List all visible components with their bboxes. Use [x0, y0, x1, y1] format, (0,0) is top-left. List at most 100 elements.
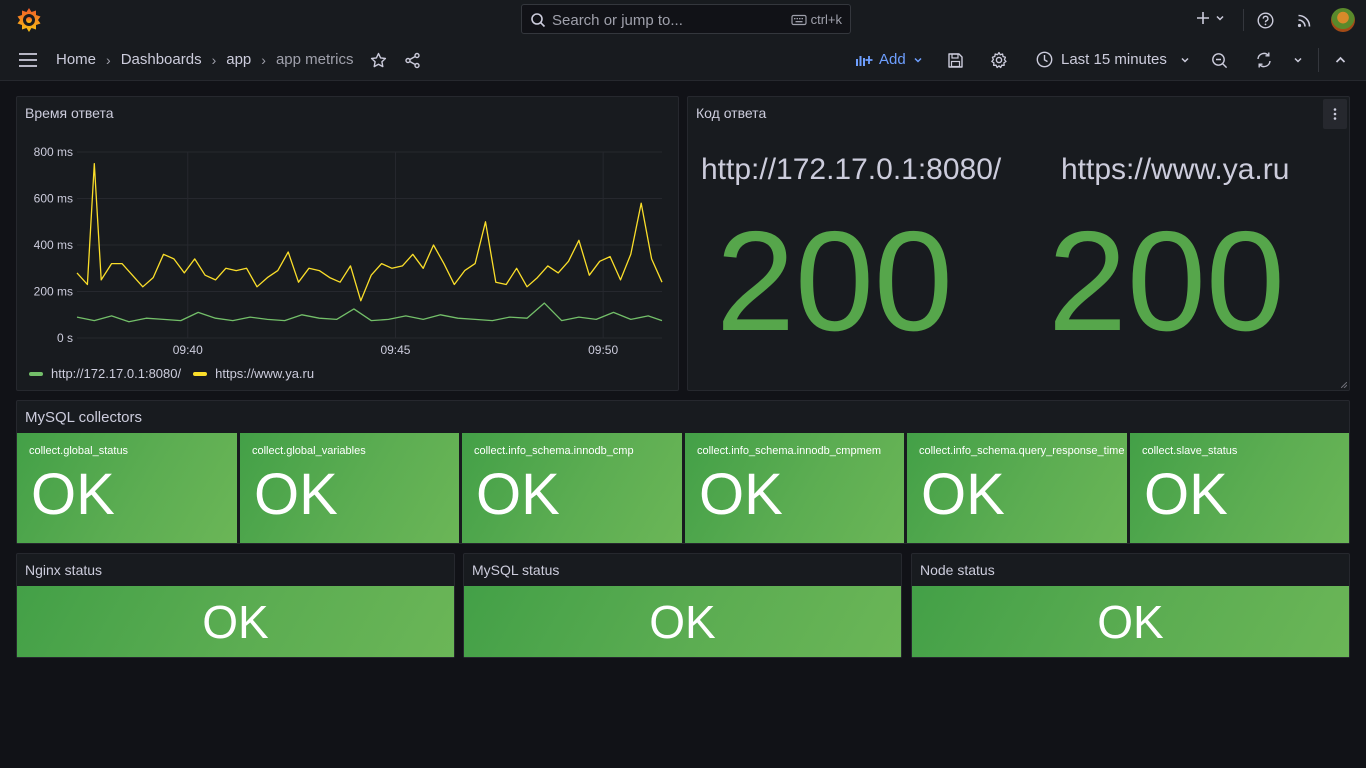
- status-value: OK: [649, 595, 716, 648]
- chart-legend: http://172.17.0.1:8080/ https://www.ya.r…: [29, 366, 326, 381]
- collector-value: OK: [921, 462, 1005, 527]
- search-icon: [531, 13, 546, 28]
- collector-stat[interactable]: collect.global_variables OK: [240, 433, 459, 543]
- chevron-down-icon: [1181, 57, 1189, 63]
- star-icon[interactable]: [370, 52, 387, 69]
- collector-name: collect.info_schema.innodb_cmp: [474, 445, 634, 457]
- add-button-label: Add: [879, 51, 906, 68]
- chevron-down-icon: [1216, 15, 1224, 21]
- x-tick-label: 09:50: [588, 343, 618, 357]
- panel-title: Nginx status: [25, 562, 103, 578]
- search-input[interactable]: [550, 9, 794, 31]
- y-tick-label: 200 ms: [34, 285, 73, 299]
- chevron-down-icon[interactable]: [1292, 54, 1304, 66]
- response-code-panel[interactable]: Код ответа http://172.17.0.1:8080/ https…: [687, 96, 1350, 391]
- collector-stat[interactable]: collect.info_schema.innodb_cmpmem OK: [685, 433, 904, 543]
- y-tick-label: 0 s: [57, 331, 73, 345]
- gear-icon[interactable]: [990, 51, 1008, 69]
- refresh-icon[interactable]: [1255, 51, 1273, 69]
- collector-value: OK: [1144, 462, 1228, 527]
- nginx-status-panel[interactable]: Nginx status OK: [16, 553, 455, 658]
- response-time-panel[interactable]: Время ответа 0 s 200 ms 400 ms 600 ms 800 ms…: [16, 96, 679, 391]
- avatar[interactable]: [1331, 8, 1355, 32]
- legend-item[interactable]: http://172.17.0.1:8080/: [29, 366, 181, 381]
- dashboard-nav-bar: Home › Dashboards › app › app metrics Ad…: [0, 40, 1366, 81]
- mysql-status-panel[interactable]: MySQL status OK: [463, 553, 902, 658]
- clock-icon: [1036, 51, 1053, 68]
- collector-name: collect.global_status: [29, 445, 129, 457]
- panel-title: MySQL collectors: [25, 409, 142, 426]
- divider: [1243, 9, 1244, 31]
- grafana-logo-icon[interactable]: [16, 7, 42, 33]
- more-vertical-icon: [1333, 108, 1337, 120]
- zoom-out-icon[interactable]: [1211, 52, 1228, 69]
- top-bar: ctrl+k: [0, 0, 1366, 41]
- rss-icon[interactable]: [1297, 13, 1312, 28]
- series-line: [76, 162, 663, 302]
- y-tick-label: 600 ms: [34, 192, 73, 206]
- collector-name: collect.global_variables: [252, 445, 366, 457]
- plus-icon: [1197, 12, 1209, 24]
- add-panel-icon: [856, 55, 873, 66]
- status-stat: OK: [464, 586, 901, 657]
- panel-menu-button[interactable]: [1323, 99, 1347, 129]
- add-button[interactable]: Add: [855, 51, 924, 68]
- time-range-label: Last 15 minutes: [1061, 51, 1167, 68]
- breadcrumb-separator: ›: [261, 51, 266, 68]
- breadcrumb-separator: ›: [106, 51, 111, 68]
- status-stat: OK: [912, 586, 1349, 657]
- node-status-panel[interactable]: Node status OK: [911, 553, 1350, 658]
- legend-label: http://172.17.0.1:8080/: [51, 366, 182, 381]
- legend-swatch: [29, 371, 43, 376]
- search-shortcut: ctrl+k: [790, 12, 842, 27]
- y-tick-label: 800 ms: [34, 145, 73, 159]
- chevron-up-icon[interactable]: [1334, 54, 1347, 66]
- status-value: OK: [202, 595, 269, 648]
- keyboard-icon: [790, 14, 807, 25]
- search-shortcut-label: ctrl+k: [810, 12, 842, 27]
- breadcrumb: Home › Dashboards › app › app metrics: [56, 51, 353, 68]
- y-tick-label: 400 ms: [34, 238, 73, 252]
- collector-value: OK: [254, 462, 338, 527]
- panel-title: Node status: [920, 562, 995, 578]
- breadcrumb-folder[interactable]: app: [226, 51, 251, 68]
- collector-stat[interactable]: collect.info_schema.innodb_cmp OK: [462, 433, 682, 543]
- collector-stat[interactable]: collect.info_schema.query_response_time …: [907, 433, 1127, 543]
- collector-stat[interactable]: collect.slave_status OK: [1130, 433, 1349, 543]
- chevron-down-icon: [914, 57, 922, 63]
- collector-name: collect.info_schema.innodb_cmpmem: [697, 445, 882, 457]
- share-icon[interactable]: [404, 52, 421, 69]
- panel-title: Время ответа: [25, 105, 114, 121]
- new-button[interactable]: [1196, 11, 1226, 25]
- collector-value: OK: [31, 462, 115, 527]
- save-icon[interactable]: [947, 52, 964, 69]
- breadcrumb-dashboards[interactable]: Dashboards: [121, 51, 202, 68]
- legend-item[interactable]: https://www.ya.ru: [193, 366, 314, 381]
- legend-label: https://www.ya.ru: [215, 366, 315, 381]
- resize-handle-icon[interactable]: [1341, 382, 1347, 388]
- stat-value: 200: [716, 202, 953, 361]
- help-icon[interactable]: [1257, 12, 1274, 29]
- series-line: [76, 302, 663, 323]
- time-range-picker[interactable]: Last 15 minutes: [1036, 51, 1191, 68]
- collector-value: OK: [476, 462, 560, 527]
- breadcrumb-current: app metrics: [275, 51, 354, 68]
- response-time-chart[interactable]: 0 s 200 ms 400 ms 600 ms 800 ms 09:40 09:45 09:…: [17, 125, 677, 390]
- divider: [1318, 48, 1319, 72]
- legend-swatch: [193, 371, 208, 376]
- stat-value: 200: [1048, 202, 1285, 361]
- menu-icon[interactable]: [18, 52, 38, 68]
- collector-value: OK: [699, 462, 783, 527]
- x-tick-label: 09:40: [173, 343, 203, 357]
- collector-stat[interactable]: collect.global_status OK: [17, 433, 237, 543]
- collector-name: collect.info_schema.query_response_time: [919, 445, 1125, 457]
- breadcrumb-home[interactable]: Home: [56, 51, 96, 68]
- x-tick-label: 09:45: [380, 343, 410, 357]
- panel-title: Код ответа: [696, 105, 767, 121]
- search-box[interactable]: ctrl+k: [521, 4, 851, 34]
- status-stat: OK: [17, 586, 454, 657]
- collector-name: collect.slave_status: [1142, 445, 1238, 457]
- panel-title: MySQL status: [472, 562, 560, 578]
- stat-url: https://www.ya.ru: [1061, 153, 1290, 186]
- stat-url: http://172.17.0.1:8080/: [701, 153, 1002, 186]
